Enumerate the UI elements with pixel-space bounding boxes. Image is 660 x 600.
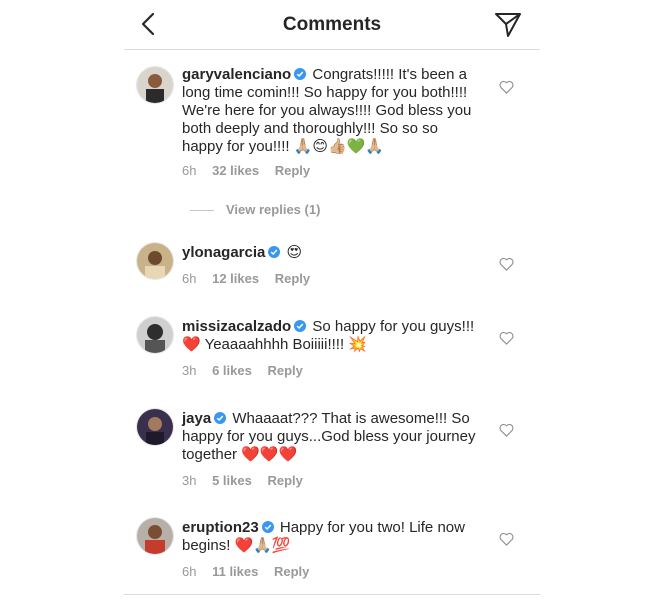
comment-time: 6h xyxy=(182,163,197,178)
comment-likes[interactable]: 32 likes xyxy=(212,163,259,178)
comment-body: missizacalzado So happy for you guys!!! … xyxy=(182,318,482,354)
comments-screen: Comments garyvalenciano Congrats!!!!! It… xyxy=(124,0,540,600)
comment-body: ylonagarcia 😍 xyxy=(182,244,482,262)
comment-username[interactable]: eruption23 xyxy=(182,519,259,536)
verified-badge-icon xyxy=(294,68,307,80)
verified-badge-icon xyxy=(214,412,227,424)
top-bar: Comments xyxy=(124,0,540,50)
like-heart-icon[interactable] xyxy=(499,257,514,271)
avatar[interactable] xyxy=(136,66,174,104)
reply-button[interactable]: Reply xyxy=(267,363,302,378)
verified-badge-icon xyxy=(294,320,307,332)
like-heart-icon[interactable] xyxy=(499,80,514,94)
comment-meta: 3h 6 likes Reply xyxy=(182,363,315,378)
page-title: Comments xyxy=(282,14,382,35)
comment-username[interactable]: missizacalzado xyxy=(182,318,291,335)
comment-username[interactable]: ylonagarcia xyxy=(182,244,265,261)
comment-meta: 3h 5 likes Reply xyxy=(182,473,315,488)
comment-text: 😍 xyxy=(286,244,303,261)
view-replies-line xyxy=(190,210,214,212)
avatar[interactable] xyxy=(136,242,174,280)
comment-time: 3h xyxy=(182,473,197,488)
view-replies-button[interactable]: View replies (1) xyxy=(190,202,320,217)
reply-button[interactable]: Reply xyxy=(267,473,302,488)
verified-badge-icon xyxy=(261,521,274,533)
verified-badge-icon xyxy=(268,246,281,258)
reply-button[interactable]: Reply xyxy=(275,271,310,286)
avatar[interactable] xyxy=(136,517,174,555)
comment-body: eruption23 Happy for you two! Life now b… xyxy=(182,519,482,555)
divider xyxy=(124,594,540,595)
view-replies-label: View replies (1) xyxy=(226,202,321,217)
reply-button[interactable]: Reply xyxy=(275,163,310,178)
comment-username[interactable]: garyvalenciano xyxy=(182,66,291,83)
comment-likes[interactable]: 5 likes xyxy=(212,473,252,488)
comment-likes[interactable]: 11 likes xyxy=(212,564,258,579)
like-heart-icon[interactable] xyxy=(499,532,514,546)
like-heart-icon[interactable] xyxy=(499,423,514,437)
paper-plane-icon[interactable] xyxy=(494,10,522,38)
comment-body: garyvalenciano Congrats!!!!! It's been a… xyxy=(182,66,482,156)
avatar[interactable] xyxy=(136,316,174,354)
avatar[interactable] xyxy=(136,408,174,446)
like-heart-icon[interactable] xyxy=(499,331,514,345)
comment-meta: 6h 11 likes Reply xyxy=(182,564,321,579)
reply-button[interactable]: Reply xyxy=(274,564,309,579)
comment-likes[interactable]: 12 likes xyxy=(212,271,259,286)
comment-time: 3h xyxy=(182,363,197,378)
comment-body: jaya Whaaaat??? That is awesome!!! So ha… xyxy=(182,410,482,464)
comment-time: 6h xyxy=(182,564,197,579)
comment-time: 6h xyxy=(182,271,197,286)
comment-meta: 6h 32 likes Reply xyxy=(182,163,322,178)
comment-meta: 6h 12 likes Reply xyxy=(182,271,322,286)
comment-username[interactable]: jaya xyxy=(182,410,211,427)
comment-likes[interactable]: 6 likes xyxy=(212,363,252,378)
